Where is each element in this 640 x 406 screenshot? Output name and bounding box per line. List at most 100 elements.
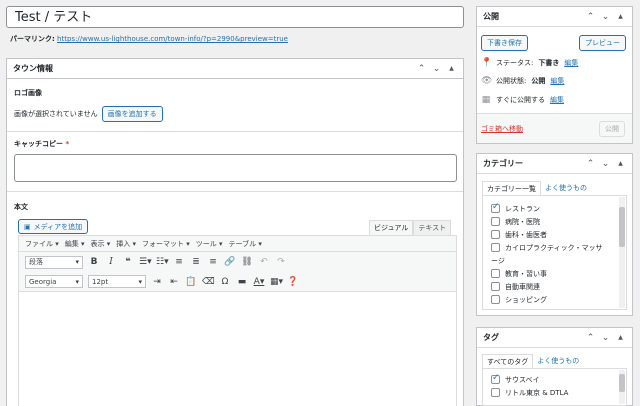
list-item[interactable]: 歯科・歯医者: [491, 228, 626, 241]
menu-insert[interactable]: 挿入 ▾: [116, 239, 136, 249]
tab-text[interactable]: テキスト: [413, 220, 452, 236]
body-label: 本文: [14, 203, 28, 211]
publish-box: 公開 ⌃ ⌄ ▲ 下書き保存 プレビュー 📍 ステータス: 下書き 編集 👁 公…: [476, 6, 633, 144]
add-image-button[interactable]: 画像を追加する: [101, 106, 163, 122]
checkbox[interactable]: [491, 230, 500, 239]
category-scrollbar[interactable]: [619, 197, 625, 308]
edit-schedule-link[interactable]: 編集: [550, 95, 564, 105]
font-select[interactable]: Georgia ▾: [25, 275, 83, 288]
checkbox[interactable]: [491, 388, 500, 397]
list-item[interactable]: 教育・習い事: [491, 267, 626, 280]
list-item[interactable]: 病院・医院: [491, 215, 626, 228]
move-down-icon[interactable]: ⌄: [600, 159, 611, 169]
move-up-icon[interactable]: ⌃: [585, 159, 596, 169]
collapse-icon[interactable]: ▲: [446, 65, 457, 72]
checkbox[interactable]: [491, 243, 500, 252]
paste-text-icon[interactable]: 📋: [185, 277, 197, 287]
edit-visibility-link[interactable]: 編集: [550, 76, 564, 86]
trash-link[interactable]: ゴミ箱へ移動: [481, 124, 523, 134]
publish-title: 公開: [483, 12, 499, 21]
editor-menubar: ファイル ▾ 編集 ▾ 表示 ▾ 挿入 ▾ フォーマット ▾ ツール ▾ テーブ…: [19, 236, 456, 252]
move-down-icon[interactable]: ⌄: [600, 333, 611, 343]
checkbox[interactable]: [491, 202, 500, 213]
list-item[interactable]: ショッピング: [491, 293, 626, 306]
menu-tools[interactable]: ツール ▾: [196, 239, 223, 249]
divider: [7, 131, 463, 132]
italic-icon[interactable]: I: [105, 257, 117, 267]
move-up-icon[interactable]: ⌃: [585, 12, 596, 22]
town-info-box: タウン情報 ⌃ ⌄ ▲ ロゴ画像 画像が選択されていません 画像を追加する キャ…: [6, 58, 464, 406]
list-item-cont: ージ: [491, 256, 505, 265]
catch-input[interactable]: [14, 154, 457, 182]
menu-table[interactable]: テーブル ▾: [229, 239, 262, 249]
add-media-button[interactable]: ▣ メディアを追加: [18, 219, 89, 234]
special-char-icon[interactable]: Ω: [219, 277, 231, 287]
scrollbar-thumb[interactable]: [619, 207, 625, 247]
table-icon[interactable]: ▦▾: [270, 277, 283, 287]
size-select[interactable]: 12pt ▾: [88, 275, 146, 288]
publish-button[interactable]: 公開: [599, 121, 625, 137]
town-info-header: タウン情報 ⌃ ⌄ ▲: [7, 59, 463, 79]
menu-view[interactable]: 表示 ▾: [91, 239, 111, 249]
move-up-icon[interactable]: ⌃: [585, 333, 596, 343]
editor-tabs: ビジュアル テキスト: [369, 220, 452, 236]
list-item[interactable]: レストラン: [491, 202, 626, 215]
blockquote-icon[interactable]: ❝: [122, 257, 134, 267]
move-down-icon[interactable]: ⌄: [600, 12, 611, 22]
category-title: カテゴリー: [483, 159, 523, 168]
editor-toolbar-2: Georgia ▾ 12pt ▾ ⇥ ⇤ 📋 ⌫ Ω ▬ A▾ ▦▾ ❓: [19, 272, 456, 292]
collapse-icon[interactable]: ▲: [615, 13, 626, 20]
preview-button[interactable]: プレビュー: [579, 35, 626, 51]
checkbox[interactable]: [491, 295, 500, 304]
edit-status-link[interactable]: 編集: [564, 58, 578, 68]
menu-file[interactable]: ファイル ▾: [25, 239, 59, 249]
logo-label: ロゴ画像: [14, 89, 42, 97]
tag-scrollbar[interactable]: [619, 370, 625, 404]
post-title-input[interactable]: Test / テスト: [6, 6, 464, 28]
tag-header: タグ ⌃ ⌄ ▲: [477, 328, 632, 348]
list-item[interactable]: 自動車関連: [491, 280, 626, 293]
editor-frame: ファイル ▾ 編集 ▾ 表示 ▾ 挿入 ▾ フォーマット ▾ ツール ▾ テーブ…: [18, 235, 457, 406]
align-center-icon[interactable]: ≣: [190, 257, 202, 267]
checkbox[interactable]: [491, 269, 500, 278]
checkbox[interactable]: [491, 373, 500, 384]
horizontal-line-icon[interactable]: ▬: [236, 277, 248, 287]
publish-header: 公開 ⌃ ⌄ ▲: [477, 7, 632, 27]
permalink-url[interactable]: https://www.us-lighthouse.com/town-info/…: [57, 35, 288, 43]
clear-format-icon[interactable]: ⌫: [202, 277, 215, 287]
list-item[interactable]: リトル東京 & DTLA: [491, 386, 626, 399]
tab-visual[interactable]: ビジュアル: [369, 220, 414, 236]
link-icon[interactable]: 🔗: [224, 257, 236, 267]
list-item[interactable]: サウスベイ: [491, 373, 626, 386]
menu-format[interactable]: フォーマット ▾: [142, 239, 190, 249]
undo-icon[interactable]: ↶: [258, 257, 270, 267]
redo-icon[interactable]: ↷: [275, 257, 287, 267]
media-icon: ▣: [24, 222, 31, 231]
checkbox[interactable]: [491, 282, 500, 291]
format-select[interactable]: 段落 ▾: [25, 255, 83, 269]
outdent-icon[interactable]: ⇤: [168, 277, 180, 287]
numbered-list-icon[interactable]: ☷▾: [156, 257, 169, 267]
divider: [7, 191, 463, 192]
indent-icon[interactable]: ⇥: [151, 277, 163, 287]
align-left-icon[interactable]: ≡: [173, 257, 185, 267]
text-color-icon[interactable]: A▾: [253, 277, 265, 287]
collapse-icon[interactable]: ▲: [615, 160, 626, 167]
schedule-row: ▦ すぐに公開する 編集: [481, 95, 564, 105]
help-icon[interactable]: ❓: [287, 277, 299, 287]
collapse-icon[interactable]: ▲: [615, 334, 626, 341]
bold-icon[interactable]: B: [88, 257, 100, 267]
bullet-list-icon[interactable]: ☰▾: [139, 257, 152, 267]
align-right-icon[interactable]: ≡: [207, 257, 219, 267]
list-item[interactable]: カイロプラクティック・マッサ: [491, 241, 626, 254]
category-box: カテゴリー ⌃ ⌄ ▲ カテゴリー一覧 よく使うもの レストラン 病院・医院 歯…: [476, 153, 633, 316]
publish-actions: ゴミ箱へ移動 公開: [477, 113, 632, 143]
checkbox[interactable]: [491, 217, 500, 226]
move-up-icon[interactable]: ⌃: [416, 64, 427, 74]
unlink-icon[interactable]: ⛓: [241, 257, 253, 267]
calendar-icon: ▦: [481, 95, 491, 105]
save-draft-button[interactable]: 下書き保存: [481, 35, 528, 51]
move-down-icon[interactable]: ⌄: [431, 64, 442, 74]
scrollbar-thumb[interactable]: [619, 374, 625, 392]
menu-edit[interactable]: 編集 ▾: [65, 239, 85, 249]
